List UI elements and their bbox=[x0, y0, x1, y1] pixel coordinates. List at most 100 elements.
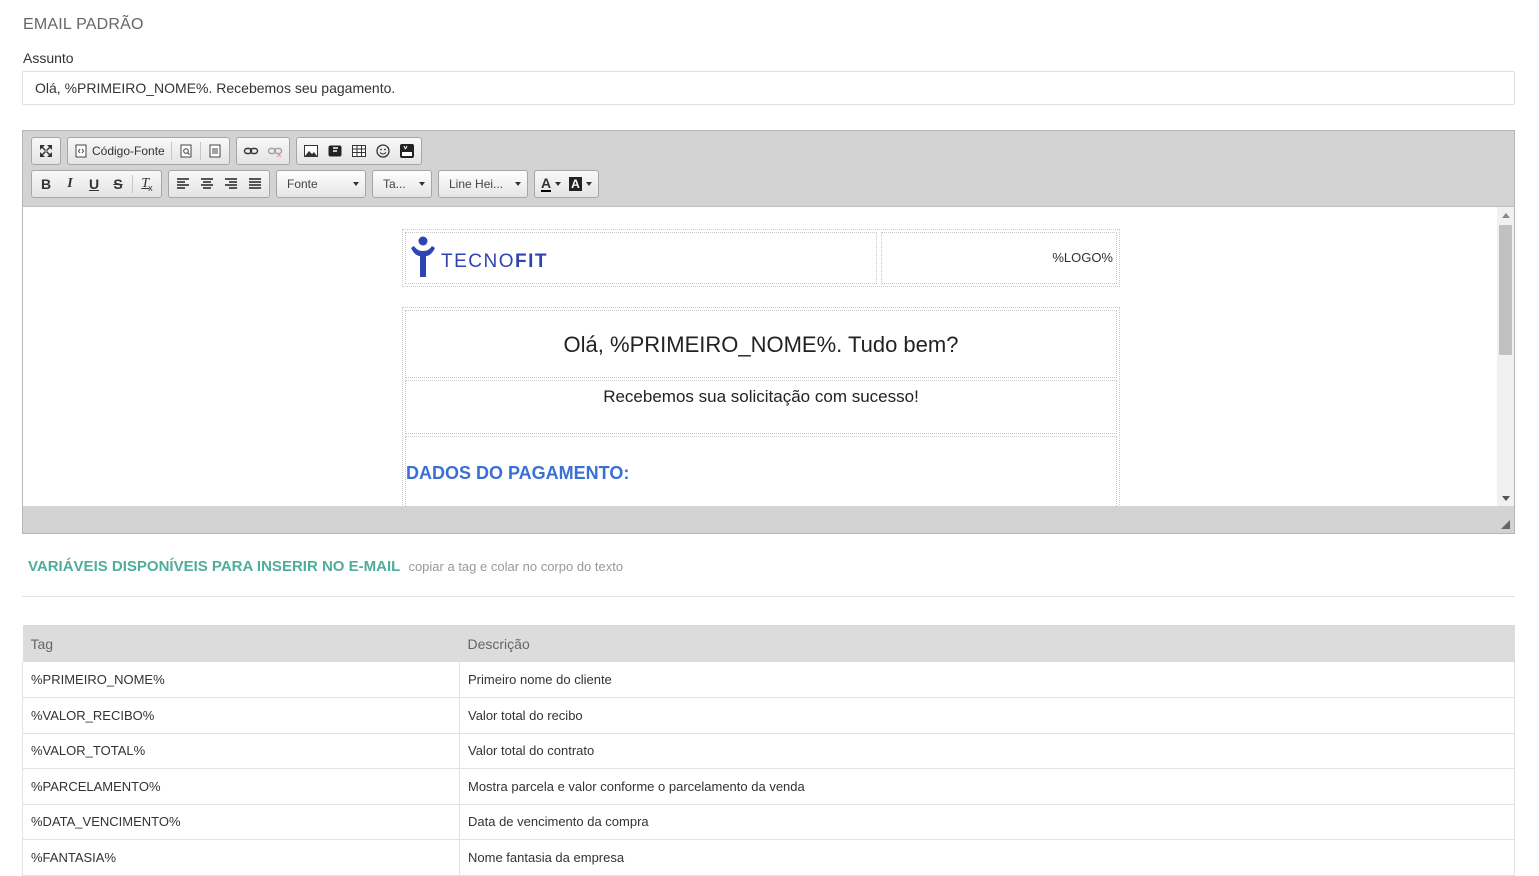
font-size-select[interactable]: Ta... bbox=[372, 170, 432, 198]
description-cell: Nome fantasia da empresa bbox=[459, 839, 1515, 876]
tag-cell[interactable]: %FANTASIA% bbox=[22, 839, 460, 876]
chevron-down-icon bbox=[515, 182, 521, 186]
templates-button[interactable] bbox=[203, 139, 227, 163]
description-cell: Data de vencimento da compra bbox=[459, 804, 1515, 840]
align-center-icon bbox=[201, 178, 213, 189]
toolbar-row-2: B I U S Tx Fonte Ta... Line Hei... A A bbox=[31, 170, 599, 198]
line-height-select[interactable]: Line Hei... bbox=[438, 170, 528, 198]
image-icon bbox=[303, 145, 318, 157]
flash-icon bbox=[328, 145, 342, 157]
text-color-button[interactable]: A bbox=[537, 172, 565, 196]
underline-icon: U bbox=[88, 176, 100, 192]
align-right-button[interactable] bbox=[219, 172, 243, 196]
table-row: %VALOR_TOTAL% Valor total do contrato bbox=[22, 733, 1515, 769]
bold-icon: B bbox=[40, 176, 52, 192]
font-size-value: Ta... bbox=[383, 177, 406, 191]
maximize-button[interactable] bbox=[34, 139, 58, 163]
tecnofit-logo-icon bbox=[411, 236, 435, 277]
chevron-down-icon bbox=[585, 182, 592, 186]
chevron-down-icon bbox=[353, 182, 359, 186]
resize-handle-icon[interactable] bbox=[1501, 520, 1510, 529]
source-code-button[interactable]: Código-Fonte bbox=[70, 139, 169, 163]
strike-icon: S bbox=[113, 176, 123, 192]
chevron-down-icon bbox=[555, 182, 562, 186]
tag-cell[interactable]: %PRIMEIRO_NOME% bbox=[22, 662, 460, 698]
align-justify-button[interactable] bbox=[243, 172, 267, 196]
chevron-down-icon bbox=[419, 182, 425, 186]
scrollbar-thumb[interactable] bbox=[1499, 225, 1512, 355]
description-cell: Valor total do recibo bbox=[459, 697, 1515, 734]
editor-scrollbar[interactable] bbox=[1497, 207, 1514, 506]
payment-cell: DADOS DO PAGAMENTO: bbox=[405, 436, 1117, 506]
underline-button[interactable]: U bbox=[82, 172, 106, 196]
table-button[interactable] bbox=[347, 139, 371, 163]
font-family-select[interactable]: Fonte bbox=[276, 170, 366, 198]
align-left-icon bbox=[177, 178, 189, 189]
image-button[interactable] bbox=[299, 139, 323, 163]
scroll-up-icon[interactable] bbox=[1502, 213, 1510, 218]
font-family-value: Fonte bbox=[287, 177, 318, 191]
preview-button[interactable] bbox=[174, 139, 198, 163]
scroll-down-icon[interactable] bbox=[1502, 496, 1510, 501]
variables-title: VARIÁVEIS DISPONÍVEIS PARA INSERIR NO E-… bbox=[28, 558, 401, 575]
subject-input[interactable] bbox=[22, 71, 1515, 105]
logo-text-light: TECNO bbox=[441, 251, 515, 272]
logo-text-bold: FIT bbox=[515, 251, 548, 272]
greeting-text: Olá, %PRIMEIRO_NOME%. Tudo bem? bbox=[405, 310, 1117, 378]
column-header-description: Descrição bbox=[459, 625, 1515, 662]
bold-button[interactable]: B bbox=[34, 172, 58, 196]
line-height-value: Line Hei... bbox=[449, 177, 504, 191]
maximize-icon bbox=[40, 145, 52, 157]
editor-content[interactable]: TECNOFIT %LOGO% Olá, %PRIMEIRO_NOME%. Tu… bbox=[23, 206, 1514, 506]
link-button[interactable] bbox=[239, 139, 263, 163]
logo-cell: TECNOFIT bbox=[405, 232, 877, 284]
table-header-row: Tag Descrição bbox=[22, 625, 1515, 662]
table-row: %VALOR_RECIBO% Valor total do recibo bbox=[22, 697, 1515, 734]
variables-table: Tag Descrição %PRIMEIRO_NOME% Primeiro no… bbox=[22, 625, 1515, 876]
template-icon bbox=[209, 144, 221, 158]
tag-cell[interactable]: %PARCELAMENTO% bbox=[22, 768, 460, 805]
subject-label: Assunto bbox=[23, 50, 74, 66]
italic-button[interactable]: I bbox=[58, 172, 82, 196]
unlink-icon bbox=[267, 147, 282, 158]
tag-cell[interactable]: %DATA_VENCIMENTO% bbox=[22, 804, 460, 840]
text-color-icon: A bbox=[541, 175, 552, 192]
unlink-button[interactable] bbox=[263, 139, 287, 163]
section-title: EMAIL PADRÃO bbox=[23, 16, 144, 33]
italic-icon: I bbox=[67, 176, 73, 191]
table-icon bbox=[351, 145, 366, 157]
editor-footer bbox=[23, 507, 1514, 533]
youtube-button[interactable] bbox=[395, 139, 419, 163]
table-row: %PRIMEIRO_NOME% Primeiro nome do cliente bbox=[22, 662, 1515, 698]
remove-format-button[interactable]: Tx bbox=[135, 172, 159, 196]
description-cell: Valor total do contrato bbox=[459, 733, 1515, 769]
variables-heading: VARIÁVEIS DISPONÍVEIS PARA INSERIR NO E-… bbox=[28, 558, 623, 575]
tag-cell[interactable]: %VALOR_RECIBO% bbox=[22, 697, 460, 734]
toolbar-row-1: Código-Fonte bbox=[31, 137, 422, 165]
column-header-tag: Tag bbox=[22, 625, 460, 662]
description-cell: Mostra parcela e valor conforme o parcel… bbox=[459, 768, 1515, 805]
background-color-button[interactable]: A bbox=[565, 172, 596, 196]
flash-button[interactable] bbox=[323, 139, 347, 163]
align-center-button[interactable] bbox=[195, 172, 219, 196]
align-left-button[interactable] bbox=[171, 172, 195, 196]
preview-icon bbox=[180, 144, 192, 158]
smiley-button[interactable] bbox=[371, 139, 395, 163]
tecnofit-logo: TECNOFIT bbox=[409, 236, 548, 278]
email-header-table: TECNOFIT %LOGO% bbox=[402, 229, 1120, 287]
table-row: %PARCELAMENTO% Mostra parcela e valor con… bbox=[22, 768, 1515, 805]
source-icon bbox=[75, 144, 87, 158]
tag-cell[interactable]: %VALOR_TOTAL% bbox=[22, 733, 460, 769]
payment-title: DADOS DO PAGAMENTO: bbox=[406, 463, 630, 483]
link-icon bbox=[243, 147, 258, 155]
variables-hint: copiar a tag e colar no corpo do texto bbox=[408, 559, 624, 574]
received-text: Recebemos sua solicitação com sucesso! bbox=[405, 380, 1117, 434]
divider bbox=[22, 596, 1515, 597]
logo-placeholder: %LOGO% bbox=[881, 232, 1117, 284]
email-body-table: Olá, %PRIMEIRO_NOME%. Tudo bem? Recebemo… bbox=[402, 307, 1120, 506]
rich-text-editor: Código-Fonte B I U S T x Fonte Ta... Lin… bbox=[22, 130, 1515, 534]
source-code-label: Código-Fonte bbox=[92, 144, 165, 158]
strikethrough-button[interactable]: S bbox=[106, 172, 130, 196]
align-justify-icon bbox=[249, 178, 261, 189]
table-row: %DATA_VENCIMENTO% Data de vencimento da c… bbox=[22, 804, 1515, 840]
